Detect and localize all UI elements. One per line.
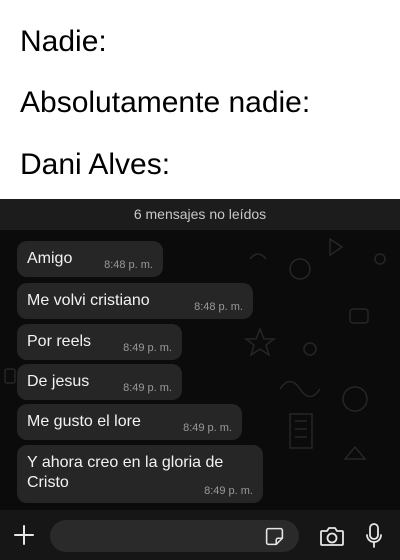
meme-caption-1: Nadie: — [20, 25, 107, 58]
message-bubble[interactable]: Por reels 8:49 p. m. — [17, 324, 182, 360]
message-text: De jesus — [27, 373, 90, 390]
message-time: 8:48 p. m. — [104, 259, 153, 271]
message-bubble[interactable]: De jesus 8:49 p. m. — [17, 364, 182, 400]
plus-icon[interactable] — [12, 523, 36, 547]
message-bubble[interactable]: Me volvi cristiano 8:48 p. m. — [17, 283, 253, 319]
microphone-icon[interactable] — [365, 522, 383, 549]
message-time: 8:48 p. m. — [194, 301, 243, 313]
message-input[interactable] — [50, 520, 299, 552]
message-composer — [0, 510, 400, 560]
message-text: Amigo — [27, 250, 73, 267]
message-time: 8:49 p. m. — [204, 485, 253, 497]
sticker-icon[interactable] — [264, 526, 285, 547]
message-bubble[interactable]: Me gusto el lore 8:49 p. m. — [17, 404, 242, 440]
message-time: 8:49 p. m. — [123, 382, 172, 394]
unread-messages-banner: 6 mensajes no leídos — [0, 199, 400, 230]
camera-icon[interactable] — [319, 524, 345, 548]
message-text: Por reels — [27, 333, 92, 350]
meme-caption-3: Dani Alves: — [20, 148, 171, 181]
message-text: Me gusto el lore — [27, 413, 141, 430]
message-time: 8:49 p. m. — [123, 342, 172, 354]
message-text: Me volvi cristiano — [27, 292, 150, 309]
chat-screen: 6 mensajes no leídos Amigo 8:48 p. m. Me… — [0, 199, 400, 510]
meme-caption-2: Absolutamente nadie: — [20, 86, 311, 119]
message-bubble[interactable]: Amigo 8:48 p. m. — [17, 241, 163, 277]
message-bubble[interactable]: Y ahora creo en la gloria de Cristo 8:49… — [17, 445, 263, 503]
message-time: 8:49 p. m. — [183, 422, 232, 434]
